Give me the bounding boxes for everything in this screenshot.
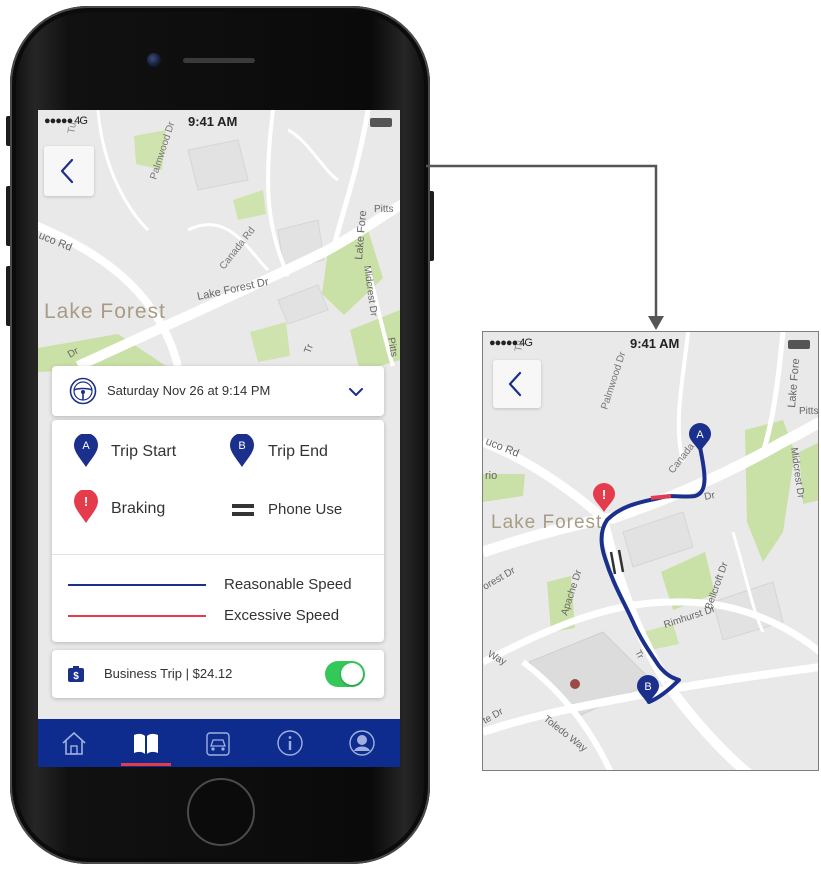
marker-alert-symbol: ! [84,494,88,509]
status-time: 9:41 AM [188,114,238,129]
marker-b-letter: B [238,440,245,452]
city-label: Lake Forest [44,300,166,323]
business-trip-toggle[interactable] [325,661,365,687]
car-icon [206,732,230,756]
trip-end-marker-icon: B [230,434,254,467]
front-camera-icon [147,53,161,67]
iphone-mockup: Tu Palmwood Dr uco Rd Canada Rd Lake For… [6,6,434,864]
braking-marker-icon: ! [74,490,98,523]
route-path-excessive [650,494,672,500]
street-label-rio: rio [485,470,497,482]
legend-divider [52,554,384,555]
landmark-icon [570,679,580,689]
business-trip-card: $ Business Trip | $24.12 [52,650,384,698]
pin-b-letter: B [644,681,651,693]
reasonable-speed-line [68,584,206,586]
trip-date-card[interactable]: Saturday Nov 26 at 9:14 PM [52,366,384,416]
info-icon [277,730,303,756]
active-tab-indicator [121,763,171,766]
home-icon [62,731,86,755]
tab-car[interactable] [182,719,254,767]
toggle-knob [341,663,363,685]
zoom-back-button[interactable] [493,360,541,408]
back-button[interactable] [44,146,94,196]
street-label-pitts: Pitts [799,406,818,417]
tab-trips[interactable] [110,719,182,767]
legend-trip-end: Trip End [268,443,328,460]
chevron-left-icon [508,371,522,397]
zoom-status-time: 9:41 AM [630,336,680,351]
tab-info[interactable] [254,719,326,767]
trip-date-label: Saturday Nov 26 at 9:14 PM [107,383,271,398]
marker-a-letter: A [82,440,90,452]
business-trip-label: Business Trip | $24.12 [104,666,233,681]
legend-braking: Braking [111,500,166,517]
zoomed-map-panel: Tu Palmwood Dr uco Rd rio Lake Forest Ca… [482,331,819,771]
zoom-battery-icon [788,340,810,349]
steering-wheel-icon [69,377,97,405]
trip-legend-card: A Trip Start B Trip End ! Braking Phone … [52,420,384,642]
phone-screen: Tu Palmwood Dr uco Rd Canada Rd Lake For… [38,110,400,767]
home-hardware-button[interactable] [187,778,255,846]
legend-reasonable-speed: Reasonable Speed [224,576,352,593]
street-label-pitts: Pitts [374,204,393,215]
status-bar: ●●●●● 4G 9:41 AM [38,110,400,132]
phone-use-icon [232,504,254,516]
zoom-status-bar: ●●●●● 4G 9:41 AM [483,332,818,354]
legend-excessive-speed: Excessive Speed [224,607,340,624]
tab-home[interactable] [38,719,110,767]
chevron-down-icon[interactable] [348,387,364,397]
profile-icon [349,730,375,756]
earpiece-speaker [183,58,255,63]
briefcase-dollar-icon: $ [68,666,84,682]
book-icon [134,733,158,754]
city-label: Lake Forest [491,512,602,533]
battery-icon [370,118,392,127]
chevron-left-icon [60,158,74,184]
legend-phone-use: Phone Use [268,501,343,518]
svg-text:$: $ [73,671,79,682]
trip-start-marker-icon: A [74,434,98,467]
bottom-tab-bar [38,719,400,767]
pin-a-letter: A [696,429,704,441]
legend-trip-start: Trip Start [111,443,177,460]
pin-alert-symbol: ! [602,487,606,502]
zoom-signal-indicator: ●●●●● 4G [489,337,533,349]
tab-profile[interactable] [326,719,398,767]
signal-indicator: ●●●●● 4G [44,115,88,127]
arrow-down-icon [648,316,664,330]
excessive-speed-line [68,615,206,617]
